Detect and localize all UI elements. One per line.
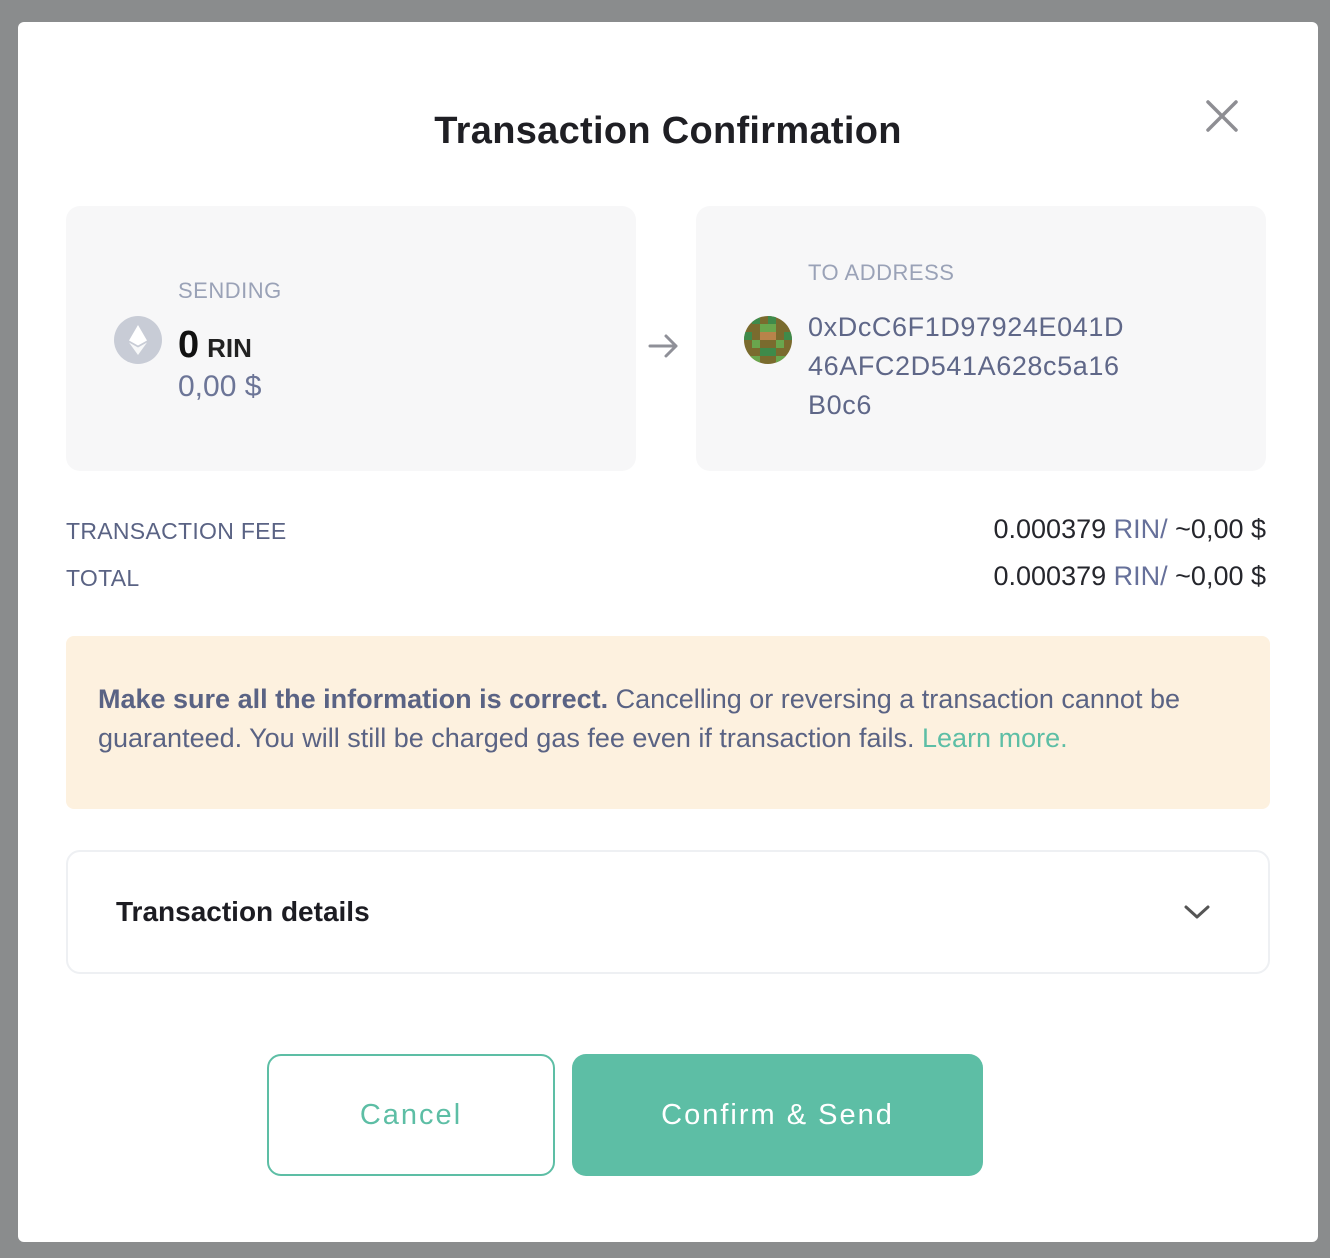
amount-value: 0 xyxy=(178,324,200,366)
ethereum-icon xyxy=(114,316,162,364)
amount-unit: RIN xyxy=(207,333,252,363)
total-label: TOTAL xyxy=(66,565,140,591)
to-address-label: TO ADDRESS xyxy=(808,260,955,285)
learn-more-link[interactable]: Learn more. xyxy=(922,723,1068,753)
confirm-send-button[interactable]: Confirm & Send xyxy=(572,1054,983,1176)
sending-fiat: 0,00 $ xyxy=(178,370,262,403)
sending-label: SENDING xyxy=(178,278,282,303)
close-icon[interactable] xyxy=(1202,96,1242,136)
warning-text: Make sure all the information is correct… xyxy=(98,680,1228,758)
sending-amount: 0 RIN xyxy=(178,324,252,367)
dialog-title: Transaction Confirmation xyxy=(434,110,902,152)
transaction-confirmation-dialog: Transaction Confirmation SENDING 0 RIN 0,… xyxy=(18,22,1318,1242)
sending-card: SENDING 0 RIN 0,00 $ xyxy=(66,206,636,471)
transaction-details-label: Transaction details xyxy=(116,896,370,927)
cancel-button[interactable]: Cancel xyxy=(267,1054,555,1176)
fee-fiat: ~0,00 $ xyxy=(1175,514,1266,544)
total-value: 0.000379 RIN/ ~0,00 $ xyxy=(994,561,1267,592)
chevron-down-icon xyxy=(1182,902,1212,922)
transaction-fee-value: 0.000379 RIN/ ~0,00 $ xyxy=(994,514,1267,545)
transaction-fee-label: TRANSACTION FEE xyxy=(66,518,287,544)
identicon-avatar xyxy=(744,316,792,364)
fee-amount: 0.000379 xyxy=(993,514,1107,544)
arrow-right-icon xyxy=(646,330,682,362)
recipient-address: 0xDcC6F1D97924E041D46AFC2D541A628c5a16B0… xyxy=(808,312,1125,420)
warning-bold: Make sure all the information is correct… xyxy=(98,684,609,714)
total-fiat: ~0,00 $ xyxy=(1175,561,1266,591)
warning-banner: Make sure all the information is correct… xyxy=(66,636,1270,809)
total-unit: RIN/ xyxy=(1113,561,1168,591)
recipient-card: TO ADDRESS 0xDcC6F1D97924E041D46AFC2D541… xyxy=(696,206,1266,471)
transaction-details-toggle[interactable]: Transaction details xyxy=(66,850,1270,974)
total-amount: 0.000379 xyxy=(993,561,1107,591)
fee-unit: RIN/ xyxy=(1113,514,1168,544)
